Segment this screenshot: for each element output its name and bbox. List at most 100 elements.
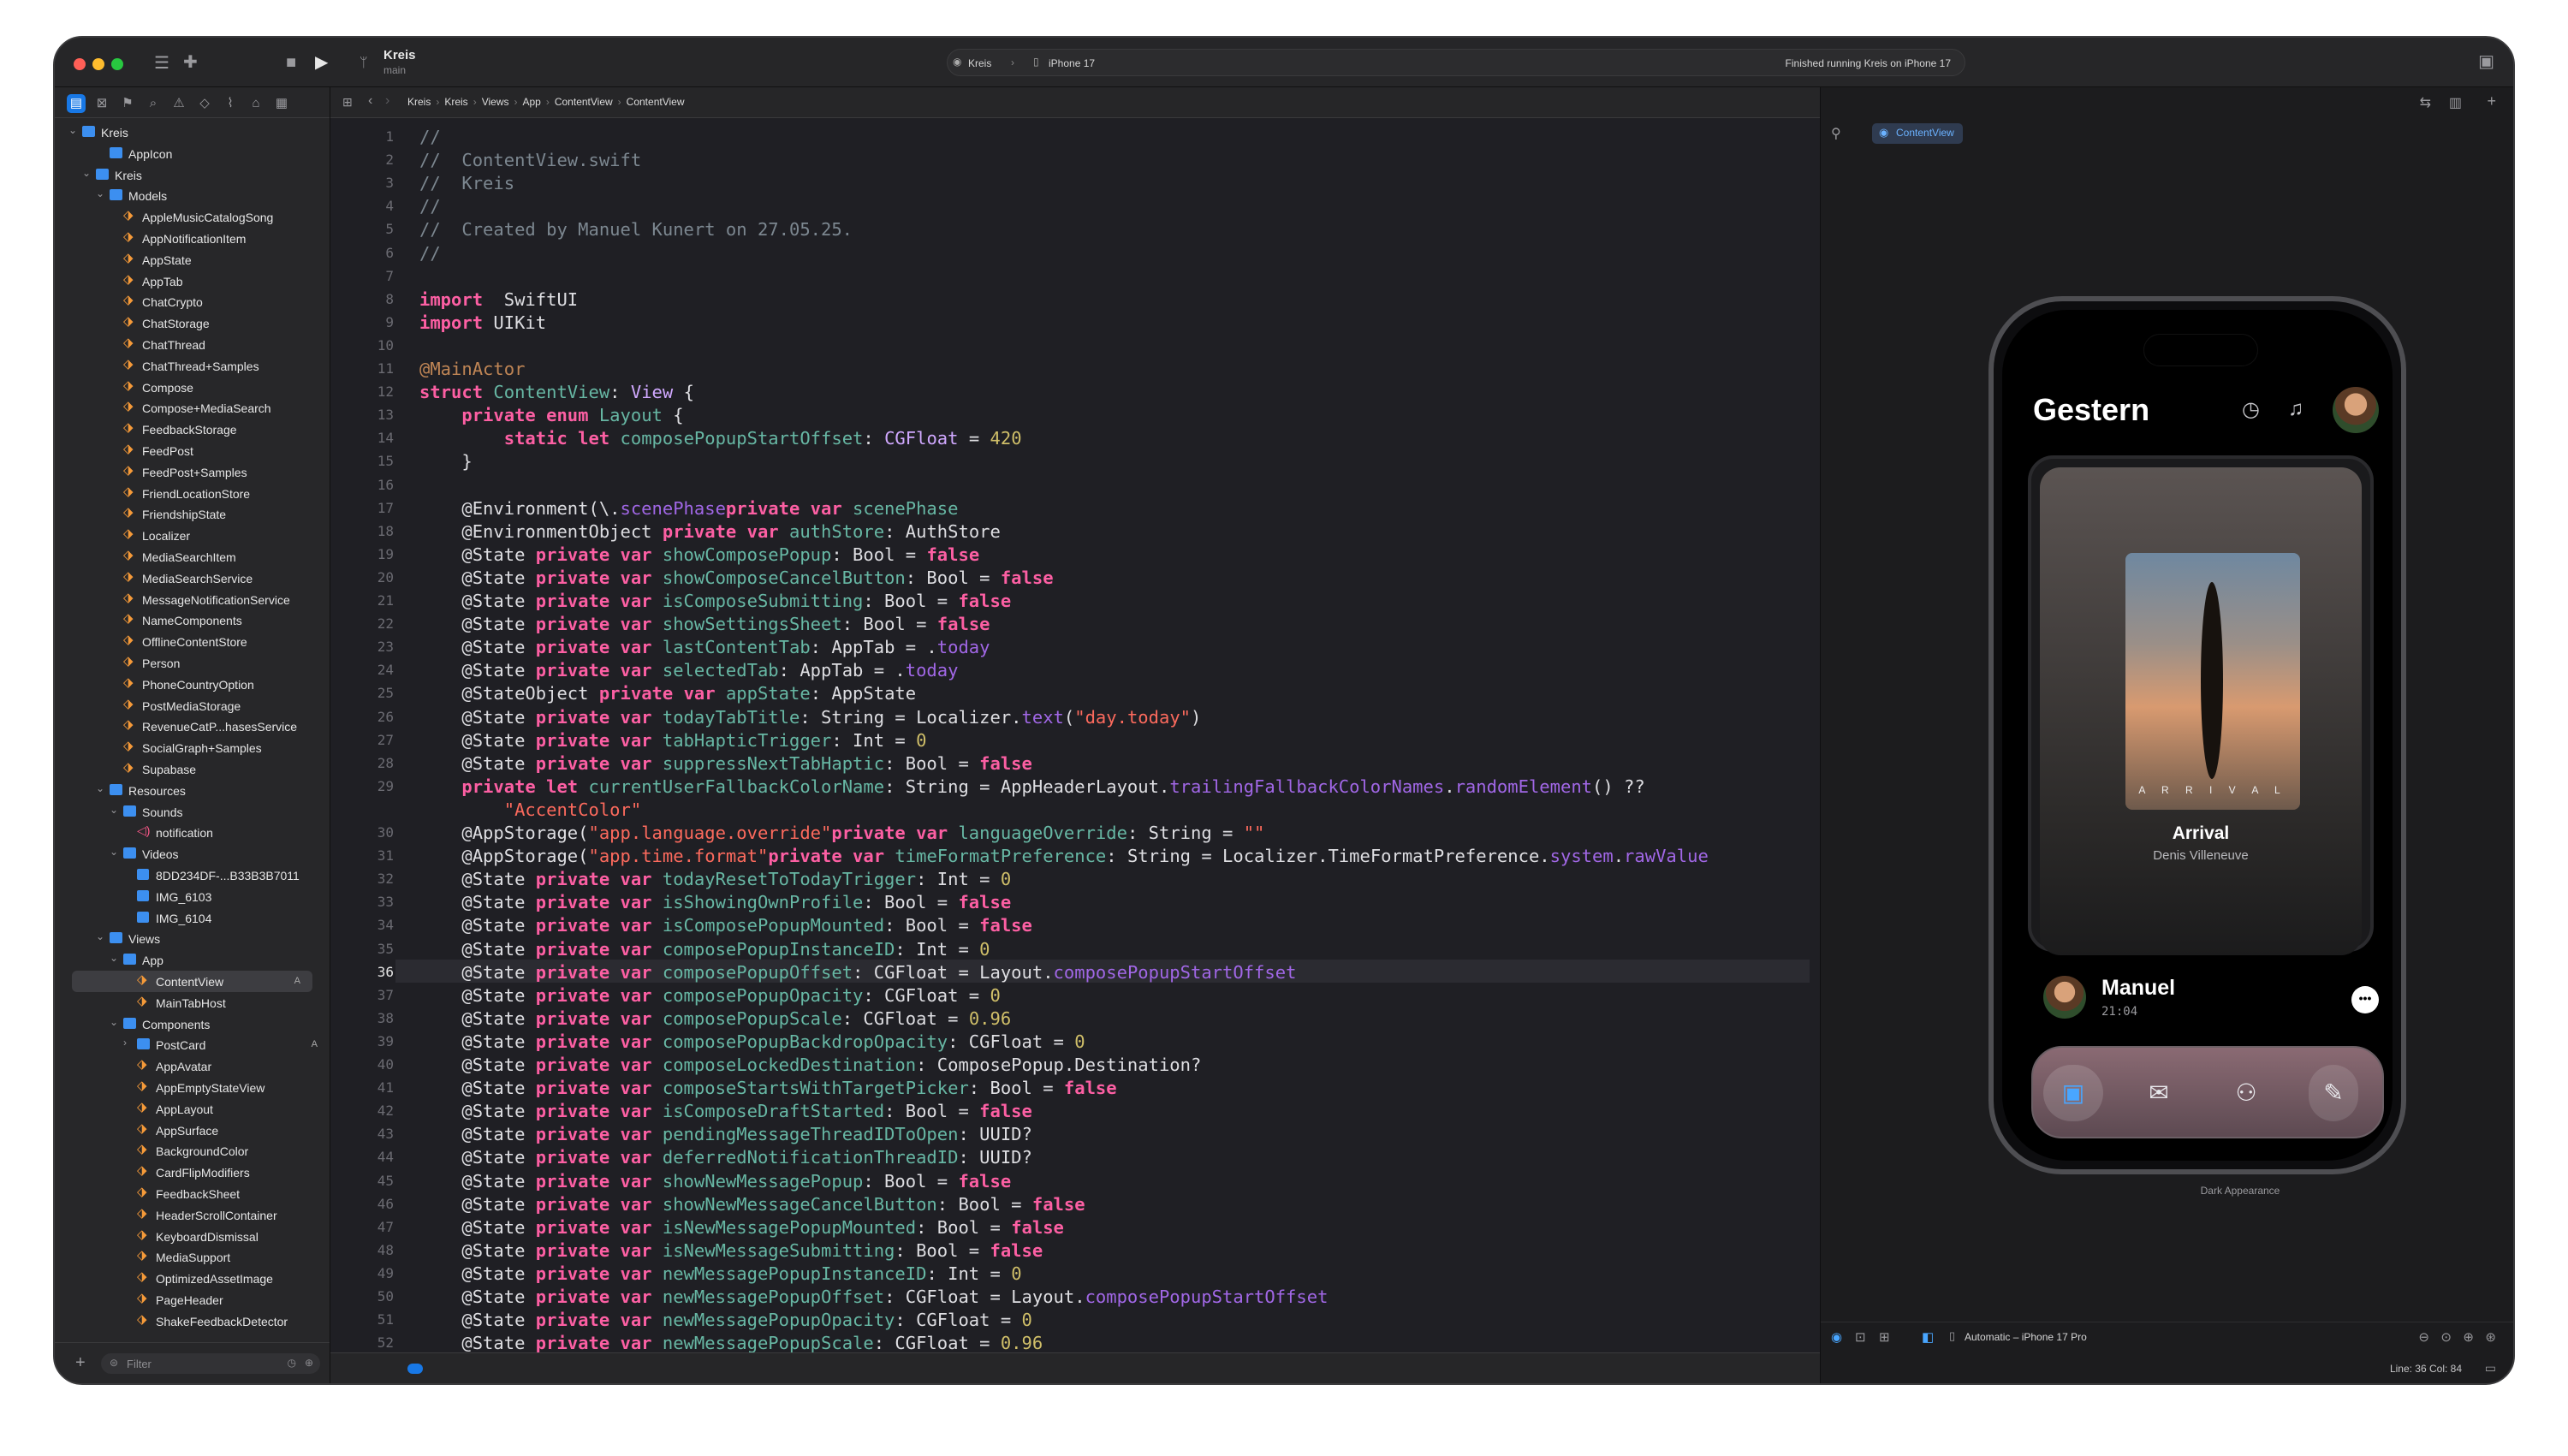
file-tree-item[interactable]: ⬗ FeedPost bbox=[55, 440, 330, 461]
add-file-icon[interactable]: + bbox=[75, 1353, 86, 1373]
code-line[interactable]: @State private var newMessagePopupOffset… bbox=[419, 1287, 1328, 1307]
run-icon[interactable]: ▶ bbox=[315, 54, 328, 71]
post-card[interactable]: A R R I V A L Arrival Denis Villeneuve bbox=[2028, 455, 2374, 955]
chevron-down-icon[interactable]: ⌄ bbox=[110, 1016, 118, 1028]
device-picker[interactable]: Automatic – iPhone 17 Pro bbox=[1965, 1331, 2087, 1343]
code-line[interactable]: // ContentView.swift bbox=[419, 150, 641, 170]
code-line[interactable]: @State private var tabHapticTrigger: Int… bbox=[419, 730, 926, 751]
stop-icon[interactable]: ■ bbox=[286, 54, 296, 71]
breadcrumb-item[interactable]: Kreis bbox=[444, 96, 467, 108]
line-number[interactable]: 15 bbox=[330, 453, 394, 469]
tab-today-icon[interactable]: ▣ bbox=[2043, 1065, 2103, 1121]
reports-tab-icon[interactable]: ▦ bbox=[272, 94, 291, 113]
file-tree-item[interactable]: ⬗ AppleMusicCatalogSong bbox=[55, 206, 330, 228]
file-tree-item[interactable]: ⬗ BackgroundColor bbox=[55, 1140, 330, 1162]
code-line[interactable]: @State private var composePopupInstanceI… bbox=[419, 939, 990, 960]
code-line[interactable]: @State private var lastContentTab: AppTa… bbox=[419, 637, 990, 657]
file-tree-item[interactable]: ⬗ FriendshipState bbox=[55, 503, 330, 525]
code-line[interactable]: @State private var showComposeCancelButt… bbox=[419, 568, 1053, 588]
chevron-down-icon[interactable]: ⌄ bbox=[82, 167, 91, 179]
line-number[interactable]: 35 bbox=[330, 941, 394, 957]
code-line[interactable]: @State private var newMessagePopupInstan… bbox=[419, 1263, 1021, 1284]
run-destination-selector[interactable]: iPhone 17 bbox=[1049, 57, 1095, 69]
file-tree-item[interactable]: ⬗ OptimizedAssetImage bbox=[55, 1268, 330, 1289]
file-tree-item[interactable]: ⬗ Compose+MediaSearch bbox=[55, 397, 330, 419]
code-line[interactable]: import SwiftUI bbox=[419, 289, 578, 310]
breadcrumb-item[interactable]: Views bbox=[482, 96, 509, 108]
line-number[interactable]: 39 bbox=[330, 1033, 394, 1049]
file-tree-item[interactable]: ⬗ NameComponents bbox=[55, 609, 330, 631]
panel-toggle-icon[interactable]: ▭ bbox=[2485, 1361, 2496, 1376]
line-number[interactable]: 4 bbox=[330, 198, 394, 214]
code-line[interactable]: @State private var newMessagePopupScale:… bbox=[419, 1333, 1043, 1352]
line-number[interactable]: 42 bbox=[330, 1102, 394, 1119]
project-title[interactable]: Kreis bbox=[383, 48, 416, 62]
code-line[interactable]: import UIKit bbox=[419, 312, 546, 333]
line-number[interactable]: 3 bbox=[330, 175, 394, 191]
variants-icon[interactable]: ⊞ bbox=[1879, 1329, 1890, 1345]
chevron-down-icon[interactable]: ⌄ bbox=[96, 930, 104, 942]
zoom-out-icon[interactable]: ⊖ bbox=[2418, 1329, 2429, 1345]
file-tree-item[interactable]: ⬗ Person bbox=[55, 652, 330, 674]
chevron-down-icon[interactable]: ⌄ bbox=[110, 804, 118, 816]
line-number[interactable]: 50 bbox=[330, 1288, 394, 1304]
file-tree-item[interactable]: ⬗ KeyboardDismissal bbox=[55, 1226, 330, 1247]
file-tree-item[interactable]: ⬗ OfflineContentStore bbox=[55, 631, 330, 652]
file-tree-item[interactable]: › PostCard A bbox=[55, 1034, 330, 1055]
post-author-avatar[interactable] bbox=[2043, 976, 2086, 1019]
bookmarks-tab-icon[interactable]: ⚑ bbox=[118, 94, 137, 113]
file-tree-item[interactable]: ⬗ FeedPost+Samples bbox=[55, 461, 330, 483]
code-line[interactable]: // bbox=[419, 243, 441, 264]
file-tree-item[interactable]: ⬗ MediaSearchService bbox=[55, 568, 330, 589]
project-navigator-tab-icon[interactable]: ▤ bbox=[67, 94, 86, 113]
comment-button[interactable]: ••• bbox=[2351, 986, 2379, 1013]
code-line[interactable]: @State private var showComposePopup: Boo… bbox=[419, 544, 979, 565]
file-tree-item[interactable]: ⬗ CardFlipModifiers bbox=[55, 1162, 330, 1183]
line-number[interactable]: 37 bbox=[330, 987, 394, 1003]
line-number[interactable]: 19 bbox=[330, 546, 394, 562]
code-line[interactable]: @State private var isNewMessageSubmittin… bbox=[419, 1240, 1043, 1261]
file-tree-item[interactable]: ◁) notification bbox=[55, 822, 330, 843]
code-line[interactable]: @State private var composeStartsWithTarg… bbox=[419, 1078, 1116, 1098]
file-tree-item[interactable]: ⬗ ChatThread bbox=[55, 334, 330, 355]
file-tree-item[interactable]: ⬗ MediaSearchItem bbox=[55, 546, 330, 568]
line-number[interactable]: 41 bbox=[330, 1079, 394, 1096]
line-number[interactable]: 44 bbox=[330, 1149, 394, 1165]
line-number[interactable]: 5 bbox=[330, 221, 394, 237]
code-line[interactable]: @State private var isShowingOwnProfile: … bbox=[419, 892, 1011, 912]
breadcrumb-item[interactable]: ContentView bbox=[555, 96, 613, 108]
file-tree-item[interactable]: ⬗ AppNotificationItem bbox=[55, 228, 330, 249]
line-number[interactable]: 1 bbox=[330, 128, 394, 145]
breadcrumb-item[interactable]: Kreis bbox=[407, 96, 431, 108]
inspector-toggle-icon[interactable]: ▣ bbox=[2478, 53, 2494, 70]
history-icon[interactable]: ◷ bbox=[2242, 397, 2260, 422]
file-tree-item[interactable]: AppIcon bbox=[55, 143, 330, 164]
code-line[interactable]: @State private var isComposePopupMounted… bbox=[419, 915, 1032, 936]
line-number[interactable]: 2 bbox=[330, 152, 394, 168]
file-tree-item[interactable]: ⬗ SocialGraph+Samples bbox=[55, 737, 330, 758]
issues-tab-icon[interactable]: ⚠ bbox=[169, 94, 188, 113]
file-tree-item[interactable]: ⬗ AppEmptyStateView bbox=[55, 1077, 330, 1098]
line-number[interactable]: 29 bbox=[330, 778, 394, 794]
source-control-tab-icon[interactable]: ⊠ bbox=[92, 94, 111, 113]
file-tree-item[interactable]: ⬗ RevenueCatP...hasesService bbox=[55, 716, 330, 737]
code-line[interactable]: @EnvironmentObject private var authStore… bbox=[419, 521, 1000, 542]
recent-files-icon[interactable]: ◷ bbox=[288, 1357, 296, 1369]
code-line[interactable]: @StateObject private var appState: AppSt… bbox=[419, 683, 916, 704]
code-line[interactable]: static let composePopupStartOffset: CGFl… bbox=[419, 428, 1022, 449]
file-tree-item[interactable]: IMG_6104 bbox=[55, 907, 330, 929]
file-tree-item[interactable]: ⬗ ContentView A bbox=[72, 971, 312, 992]
file-tree-item[interactable]: ⌄ Kreis bbox=[55, 164, 330, 186]
scm-filter-icon[interactable]: ⊕ bbox=[305, 1357, 313, 1369]
code-line[interactable]: @State private var showSettingsSheet: Bo… bbox=[419, 614, 990, 634]
file-tree-item[interactable]: ⬗ AppSurface bbox=[55, 1120, 330, 1141]
code-line[interactable]: // Kreis bbox=[419, 173, 514, 193]
chevron-down-icon[interactable]: ⌄ bbox=[96, 187, 104, 199]
breadcrumb-item[interactable]: App bbox=[522, 96, 540, 108]
code-line[interactable]: "AccentColor" bbox=[419, 799, 641, 820]
file-tree-item[interactable]: ⬗ Supabase bbox=[55, 758, 330, 780]
file-tree-item[interactable]: ⬗ AppAvatar bbox=[55, 1055, 330, 1077]
code-line[interactable]: // Created by Manuel Kunert on 27.05.25. bbox=[419, 219, 853, 240]
code-line[interactable]: @State private var newMessagePopupOpacit… bbox=[419, 1310, 1032, 1330]
file-tree-item[interactable]: ⬗ MainTabHost bbox=[55, 992, 330, 1013]
